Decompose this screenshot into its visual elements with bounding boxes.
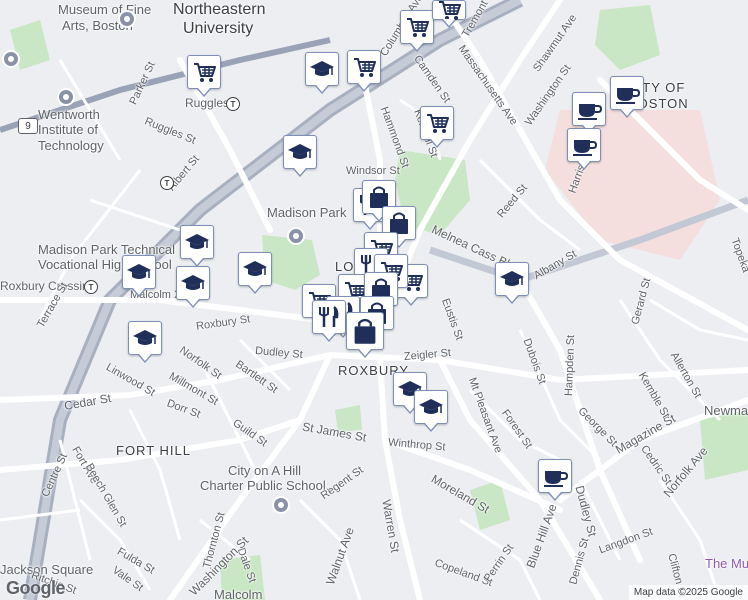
school-pin[interactable] — [176, 266, 210, 308]
grocery-store-pin[interactable] — [187, 55, 221, 97]
label-madison-tech-line1: Madison Park Technical — [38, 242, 176, 257]
shopping-cart-icon — [406, 18, 429, 38]
label-newman: Newman — [704, 403, 748, 418]
shopping-cart-icon — [426, 114, 449, 134]
school-pin[interactable] — [283, 135, 317, 177]
label-wentworth-line2: Institute of — [38, 122, 98, 137]
label-malcolm: Malcolm — [214, 587, 263, 600]
train-station-icon[interactable]: T — [160, 176, 174, 190]
school-icon — [287, 143, 313, 160]
school-icon — [418, 398, 444, 415]
coffee-cup-icon — [572, 139, 597, 157]
label-roxbury-crossing: Roxbury Crossing — [0, 279, 96, 293]
label-madison-park: Madison Park — [267, 205, 347, 220]
shop-pin[interactable] — [346, 312, 384, 358]
school-pin[interactable] — [180, 225, 214, 267]
school-poi-icon[interactable] — [57, 88, 75, 106]
restaurant-pin[interactable] — [312, 300, 346, 342]
school-icon — [132, 329, 158, 346]
map-attribution[interactable]: Map data ©2025 Google — [628, 585, 748, 600]
school-pin[interactable] — [495, 262, 529, 304]
label-wentworth-line1: Wentworth — [38, 107, 100, 122]
label-museum-line1: Museum of Fine — [58, 2, 152, 17]
street-hampden-st: Hampden St — [563, 334, 578, 397]
coffee-cup-icon — [615, 87, 640, 105]
museum-icon[interactable] — [2, 50, 20, 68]
label-lower-roxbury: LO — [335, 259, 355, 274]
school-icon — [242, 260, 268, 277]
school-icon — [499, 270, 525, 287]
label-university: University — [183, 20, 254, 37]
grocery-store-pin[interactable] — [420, 106, 454, 148]
google-logo: Google — [6, 578, 66, 598]
street-windsor-st: Windsor St — [346, 165, 400, 177]
cafe-pin[interactable] — [610, 76, 644, 118]
school-pin[interactable] — [238, 252, 272, 294]
label-the-mu: The Mu — [705, 556, 748, 571]
cafe-pin[interactable] — [538, 459, 572, 501]
train-station-icon[interactable]: T — [226, 97, 240, 111]
school-pin[interactable] — [122, 255, 156, 297]
school-pin[interactable] — [128, 321, 162, 363]
school-icon — [180, 274, 206, 291]
grocery-store-pin[interactable] — [347, 50, 381, 92]
school-icon — [126, 263, 152, 280]
school-icon — [184, 233, 210, 250]
shopping-bag-icon — [353, 318, 377, 345]
label-ruggles-station: Ruggles — [185, 96, 230, 110]
museum-icon[interactable] — [118, 10, 136, 28]
label-wentworth-line3: Technology — [38, 138, 104, 153]
route-9-shield-icon: 9 — [18, 118, 38, 134]
shopping-cart-icon — [353, 58, 376, 78]
train-station-icon[interactable]: T — [84, 280, 98, 294]
school-icon — [309, 60, 335, 77]
shopping-cart-icon — [438, 1, 461, 21]
map-view[interactable]: Northeastern University Museum of Fine A… — [0, 0, 748, 600]
cafe-pin[interactable] — [572, 92, 606, 134]
school-poi-icon[interactable] — [272, 496, 290, 514]
cafe-pin[interactable] — [567, 128, 601, 170]
grocery-store-pin[interactable] — [432, 0, 466, 28]
shopping-cart-icon — [193, 63, 216, 83]
label-city-on-a-hill-line2: Charter Public School... — [200, 478, 337, 493]
label-fort-hill: FORT HILL — [116, 443, 191, 458]
grocery-store-pin[interactable] — [400, 10, 434, 52]
school-pin[interactable] — [414, 390, 448, 432]
school-poi-icon[interactable] — [287, 227, 305, 245]
label-northeastern: Northeastern — [173, 1, 266, 18]
school-pin[interactable] — [305, 52, 339, 94]
fork-knife-icon — [318, 305, 339, 329]
coffee-cup-icon — [577, 103, 602, 121]
coffee-cup-icon — [543, 470, 568, 488]
label-city-on-a-hill-line1: City on A Hill — [228, 463, 301, 478]
